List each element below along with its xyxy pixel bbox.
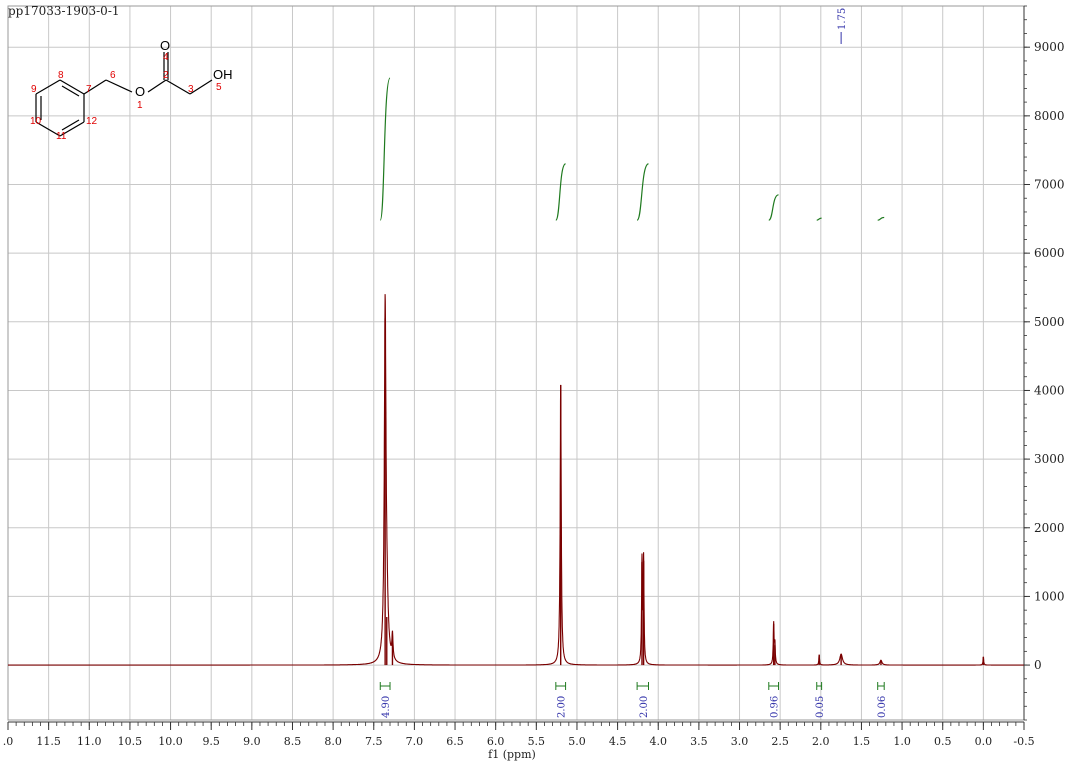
- x-tick-label: 8.5: [284, 735, 302, 748]
- x-axis: .0 11.5 11.0 10.5 10.0 9.5 9.0 8.5 8.0 7.5 7.0 6.5 6…: [3, 721, 1035, 748]
- x-tick-label: 10.5: [118, 735, 143, 748]
- sample-title: pp17033-1903-0-1: [8, 4, 120, 18]
- integral-value-label: 4.90: [381, 696, 392, 718]
- spectrum-line: [8, 294, 1024, 666]
- y-tick-label: 6000: [1034, 246, 1065, 260]
- integral-curve: [555, 163, 567, 221]
- integral-curve: [636, 163, 650, 221]
- atom-num-5: 5: [216, 82, 222, 93]
- x-tick-label: 7.5: [365, 735, 383, 748]
- integral-curve: [379, 77, 391, 221]
- x-tick-label: 9.5: [202, 735, 220, 748]
- atom-num-8: 8: [58, 70, 64, 81]
- x-tick-label: -0.5: [1013, 735, 1034, 748]
- x-tick-label: 0.0: [975, 735, 993, 748]
- atom-num-12: 12: [86, 116, 98, 127]
- atom-num-10: 10: [30, 116, 42, 127]
- atom-num-2: 2: [163, 70, 169, 81]
- atom-num-3: 3: [188, 84, 194, 95]
- chemical-structure: O O OH 1 2 3 4 5 6 7 8 9 10 11 12: [30, 38, 233, 142]
- x-tick-label: 2.5: [771, 735, 789, 748]
- integral-value-label: 0.06: [877, 696, 888, 718]
- y-tick-label: 3000: [1034, 452, 1065, 466]
- x-tick-label: 0.5: [934, 735, 952, 748]
- x-tick-label: 3.0: [731, 735, 749, 748]
- integral-value-label: 0.96: [770, 696, 781, 718]
- x-tick-label: 10.0: [158, 735, 183, 748]
- y-tick-label: 9000: [1034, 40, 1065, 54]
- atom-num-11: 11: [56, 131, 67, 142]
- x-tick-label: 11.5: [36, 735, 61, 748]
- peak-label-group: 1.75: [837, 8, 848, 44]
- x-tick-label: .0: [3, 735, 14, 748]
- atom-num-1: 1: [137, 100, 143, 111]
- integral-value-label: 0.05: [815, 696, 826, 718]
- integral-value-label: 2.00: [639, 696, 650, 718]
- x-tick-label: 6.5: [446, 735, 464, 748]
- x-tick-label: 2.0: [812, 735, 830, 748]
- y-tick-label: 7000: [1034, 178, 1065, 192]
- peak-label: 1.75: [837, 8, 848, 30]
- y-tick-label: 2000: [1034, 521, 1065, 535]
- x-tick-label: 1.0: [893, 735, 911, 748]
- grid-lines: [8, 6, 1024, 720]
- nmr-spectrum-chart: .0 11.5 11.0 10.5 10.0 9.5 9.0 8.5 8.0 7.5 7.0 6.5 6…: [3, 5, 1065, 761]
- atom-num-9: 9: [31, 84, 37, 95]
- y-tick-label: 0: [1034, 658, 1042, 672]
- y-axis: 0 1000 2000 3000 4000 5000 6000 7000 8000 9000: [1023, 5, 1065, 721]
- x-tick-label: 5.5: [528, 735, 546, 748]
- x-tick-label: 1.5: [853, 735, 871, 748]
- atom-o-carbonyl: O: [160, 38, 170, 53]
- atom-num-6: 6: [110, 70, 116, 81]
- plot-border: [7, 5, 1025, 721]
- atom-num-4: 4: [163, 52, 169, 63]
- integral-curve: [877, 216, 885, 221]
- integral-curve: [768, 194, 779, 221]
- x-tick-label: 7.0: [406, 735, 424, 748]
- x-tick-label: 6.0: [487, 735, 505, 748]
- y-tick-label: 5000: [1034, 315, 1065, 329]
- x-tick-label: 5.0: [568, 735, 586, 748]
- y-tick-label: 4000: [1034, 383, 1065, 397]
- spectrum-trace: [8, 294, 1024, 666]
- x-tick-label: 8.0: [324, 735, 342, 748]
- y-tick-label: 8000: [1034, 109, 1065, 123]
- x-axis-title: f1 (ppm): [488, 748, 536, 761]
- integral-value-label: 2.00: [557, 696, 568, 718]
- atom-o-ester: O: [135, 84, 145, 99]
- x-tick-label: 3.5: [690, 735, 708, 748]
- x-tick-label: 4.0: [649, 735, 667, 748]
- integral-curves: 4.90 2.00 2.00 0.96 0.05 0.06: [379, 77, 888, 718]
- x-tick-label: 9.0: [243, 735, 261, 748]
- y-tick-label: 1000: [1034, 589, 1065, 603]
- atom-num-7: 7: [86, 84, 92, 95]
- x-tick-label: 4.5: [609, 735, 627, 748]
- plot-frame: [7, 5, 1025, 721]
- atom-oh: OH: [213, 67, 233, 82]
- x-tick-label: 11.0: [77, 735, 102, 748]
